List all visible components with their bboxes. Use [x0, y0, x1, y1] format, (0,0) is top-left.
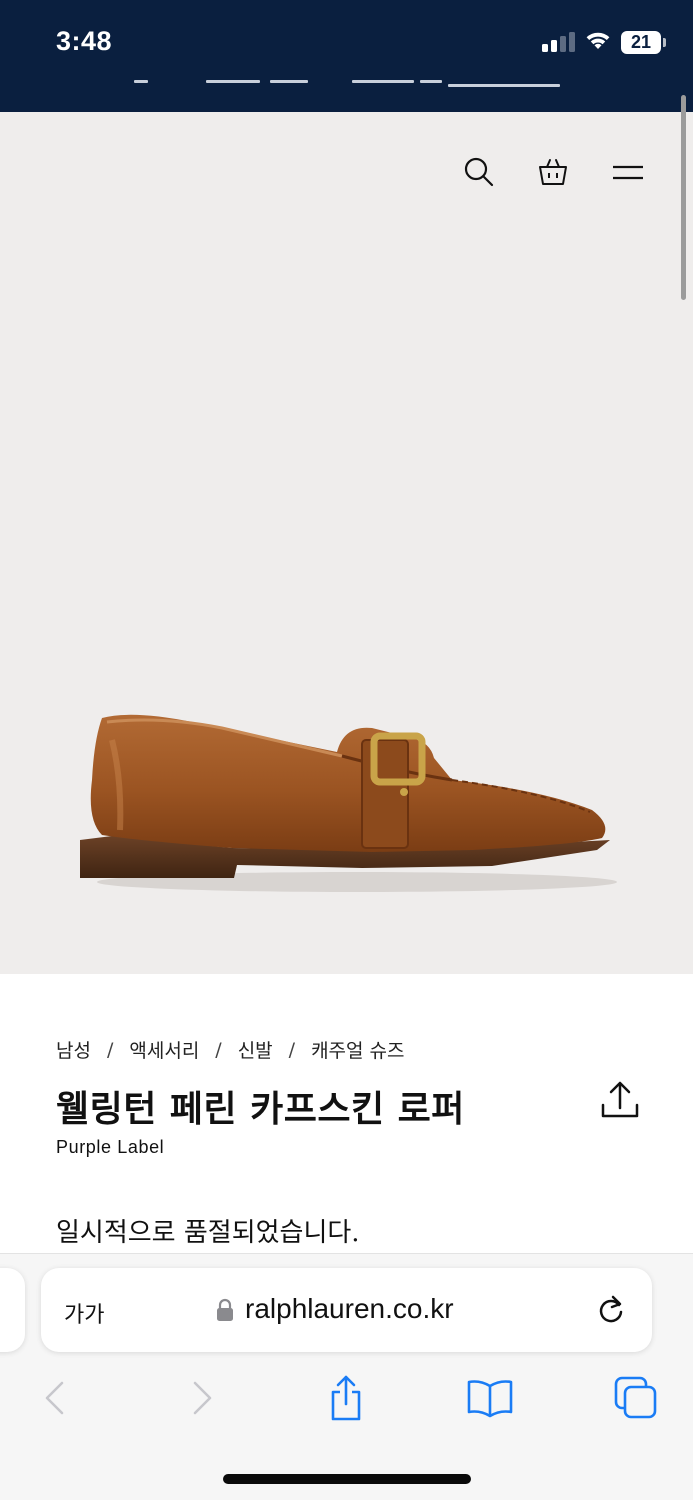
share-icon	[601, 1081, 639, 1118]
breadcrumb: 남성 / 액세서리 / 신발 / 캐주얼 슈즈	[56, 1036, 405, 1063]
breadcrumb-separator: /	[215, 1038, 222, 1061]
previous-tab-peek[interactable]	[0, 1268, 25, 1352]
breadcrumb-item-shoes[interactable]: 신발	[238, 1036, 273, 1063]
bookmarks-button[interactable]	[466, 1372, 514, 1424]
battery-icon: 21	[621, 31, 661, 54]
product-title: 웰링턴 페린 카프스킨 로퍼	[56, 1088, 465, 1130]
promo-banner-cutoff[interactable]	[120, 66, 580, 92]
menu-button[interactable]	[608, 152, 648, 192]
breadcrumb-item-accessories[interactable]: 액세서리	[129, 1036, 199, 1063]
safari-share-button[interactable]	[322, 1372, 370, 1424]
reload-icon[interactable]	[594, 1293, 628, 1327]
breadcrumb-item-men[interactable]: 남성	[56, 1036, 91, 1063]
stock-status: 일시적으로 품절되었습니다.	[56, 1218, 360, 1248]
cart-button[interactable]	[533, 152, 573, 192]
share-icon	[331, 1375, 361, 1421]
breadcrumb-separator: /	[288, 1038, 296, 1061]
search-button[interactable]	[459, 152, 499, 192]
status-bar: 3:48 21	[0, 0, 693, 112]
back-icon	[45, 1381, 64, 1415]
shopping-bag-icon	[539, 159, 567, 185]
breadcrumb-item-casual-shoes[interactable]: 캐주얼 슈즈	[311, 1036, 404, 1063]
lock-icon	[217, 1298, 233, 1321]
url-text[interactable]: ralphlauren.co.kr	[245, 1293, 454, 1325]
wifi-icon	[586, 32, 610, 49]
text-size-button[interactable]: 가가	[64, 1297, 104, 1329]
tabs-button[interactable]	[612, 1372, 660, 1424]
tabs-icon	[614, 1376, 657, 1419]
battery-tip	[663, 38, 666, 47]
brand-label[interactable]: Purple Label	[56, 1137, 164, 1158]
menu-icon	[613, 165, 643, 180]
status-time: 3:48	[56, 26, 113, 56]
share-product-button[interactable]	[598, 1079, 642, 1123]
loafer-shoe-image	[80, 714, 617, 892]
forward-icon	[193, 1381, 212, 1415]
back-button[interactable]	[30, 1372, 78, 1424]
forward-button[interactable]	[179, 1372, 227, 1424]
search-icon	[464, 157, 494, 187]
bookmarks-icon	[467, 1380, 513, 1418]
signal-icon	[542, 32, 576, 52]
home-indicator[interactable]	[223, 1474, 471, 1484]
breadcrumb-separator: /	[106, 1038, 114, 1061]
page-scrollbar[interactable]	[681, 95, 686, 300]
